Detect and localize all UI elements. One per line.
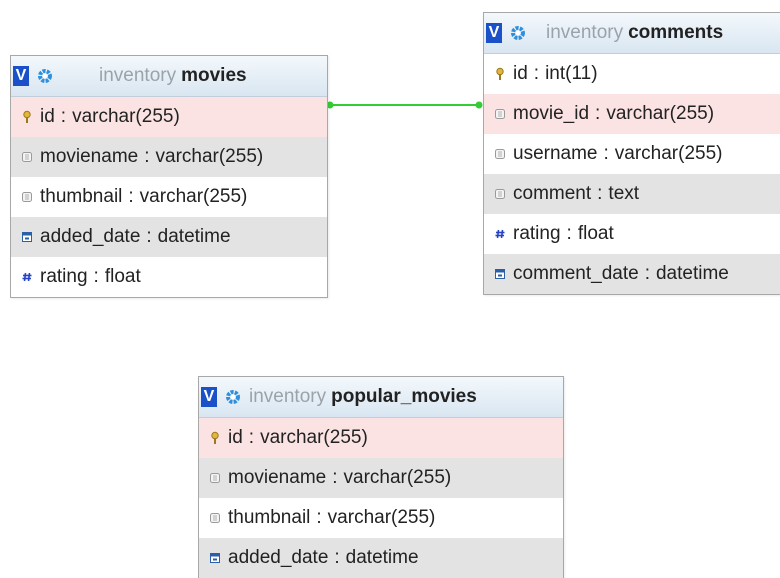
column-type: varchar(255) <box>343 467 452 488</box>
column-type: text <box>608 183 640 204</box>
database-name: inventory <box>249 386 327 407</box>
column-icon <box>19 151 35 163</box>
column-row[interactable]: thumbnail: varchar(255) <box>199 498 563 538</box>
column-row[interactable]: thumbnail: varchar(255) <box>11 177 327 217</box>
table-name: comments <box>628 22 724 43</box>
date-icon <box>207 552 223 564</box>
table-header[interactable]: V inventory comments <box>484 13 780 54</box>
column-row[interactable]: rating: float <box>484 214 780 254</box>
column-name: thumbnail <box>228 507 311 528</box>
column-icon <box>19 191 35 203</box>
column-name: rating <box>513 223 561 244</box>
column-type: varchar(255) <box>155 146 264 167</box>
column-row[interactable]: rating: float <box>11 257 327 297</box>
column-type: datetime <box>655 263 729 284</box>
column-row[interactable]: movie_id: varchar(255) <box>484 94 780 134</box>
table-popular-movies[interactable]: V inventory popular_movies id: varchar(25… <box>198 376 564 578</box>
column-name: id <box>40 106 55 127</box>
column-row[interactable]: comment: text <box>484 174 780 214</box>
column-row[interactable]: added_date: datetime <box>199 538 563 578</box>
date-icon <box>19 231 35 243</box>
database-name: inventory <box>546 22 624 43</box>
table-header[interactable]: V inventory movies <box>11 56 327 97</box>
column-row[interactable]: comment_date: datetime <box>484 254 780 294</box>
column-name: movie_id <box>513 103 590 124</box>
table-name: movies <box>181 65 247 86</box>
designer-canvas: V inventory movies id: varchar(255) movie… <box>0 0 780 578</box>
column-row[interactable]: username: varchar(255) <box>484 134 780 174</box>
column-name: moviename <box>228 467 327 488</box>
key-icon <box>19 110 35 124</box>
column-type: datetime <box>345 547 419 568</box>
table-name: popular_movies <box>331 386 477 407</box>
column-type: varchar(255) <box>606 103 715 124</box>
column-name: added_date <box>40 226 141 247</box>
column-type: varchar(255) <box>327 507 436 528</box>
column-name: moviename <box>40 146 139 167</box>
number-icon <box>492 228 508 240</box>
column-row[interactable]: id: int(11) <box>484 54 780 94</box>
number-icon <box>19 271 35 283</box>
column-row[interactable]: id: varchar(255) <box>199 418 563 458</box>
column-icon <box>207 512 223 524</box>
column-icon <box>492 108 508 120</box>
table-comments[interactable]: V inventory comments id: int(11) movie_id… <box>483 12 780 295</box>
key-icon <box>207 431 223 445</box>
column-name: comment_date <box>513 263 639 284</box>
column-row[interactable]: added_date: datetime <box>11 217 327 257</box>
column-name: added_date <box>228 547 329 568</box>
collapse-toggle-button[interactable]: V <box>486 23 502 43</box>
column-type: float <box>104 266 141 287</box>
gear-icon[interactable] <box>225 389 241 405</box>
column-name: thumbnail <box>40 186 123 207</box>
column-name: id <box>513 63 528 84</box>
column-name: comment <box>513 183 592 204</box>
relation-endpoint <box>475 101 483 109</box>
table-header[interactable]: V inventory popular_movies <box>199 377 563 418</box>
column-icon <box>492 188 508 200</box>
column-type: datetime <box>157 226 231 247</box>
column-row[interactable]: moviename: varchar(255) <box>11 137 327 177</box>
collapse-toggle-button[interactable]: V <box>13 66 29 86</box>
column-row[interactable]: moviename: varchar(255) <box>199 458 563 498</box>
column-type: varchar(255) <box>614 143 723 164</box>
column-type: int(11) <box>545 63 598 84</box>
column-icon <box>207 472 223 484</box>
date-icon <box>492 268 508 280</box>
collapse-toggle-button[interactable]: V <box>201 387 217 407</box>
key-icon <box>492 67 508 81</box>
column-type: float <box>577 223 614 244</box>
column-type: varchar(255) <box>139 186 248 207</box>
column-icon <box>492 148 508 160</box>
column-name: rating <box>40 266 88 287</box>
column-type: varchar(255) <box>260 427 368 448</box>
gear-icon[interactable] <box>37 68 53 84</box>
gear-icon[interactable] <box>510 25 526 41</box>
database-name: inventory <box>99 65 177 86</box>
column-name: id <box>228 427 243 448</box>
column-type: varchar(255) <box>72 106 180 127</box>
column-name: username <box>513 143 598 164</box>
column-row[interactable]: id: varchar(255) <box>11 97 327 137</box>
table-movies[interactable]: V inventory movies id: varchar(255) movie… <box>10 55 328 298</box>
